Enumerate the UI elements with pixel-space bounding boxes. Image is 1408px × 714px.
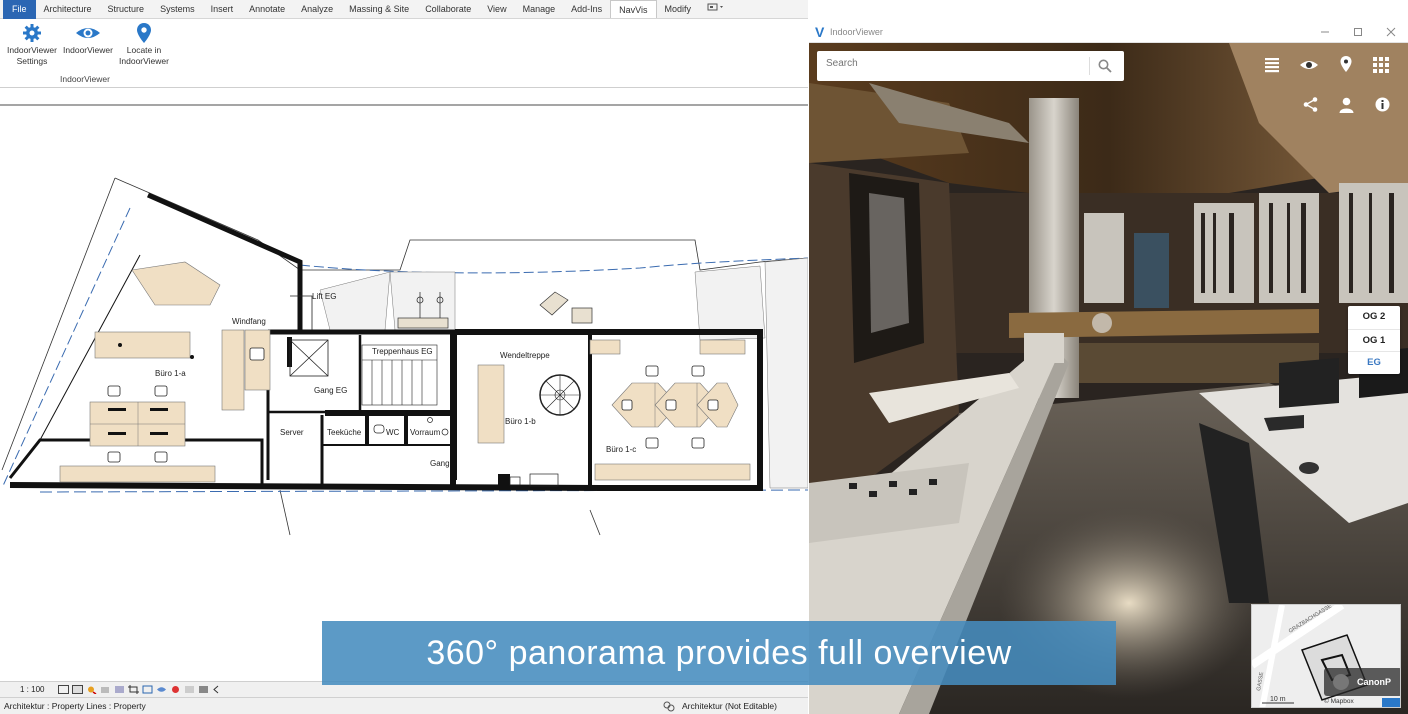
tab-structure[interactable]: Structure [100,0,153,19]
eye-icon [76,28,100,38]
user-icon[interactable] [1339,97,1354,113]
tab-view[interactable]: View [479,0,514,19]
tab-massing-site[interactable]: Massing & Site [341,0,417,19]
room-label-server: Server [280,428,304,437]
chevron-left-icon[interactable] [212,685,220,694]
tab-add-ins[interactable]: Add-Ins [563,0,610,19]
room-label-wc: WC [386,428,400,437]
view-header-strip [0,88,808,106]
tab-architecture[interactable]: Architecture [36,0,100,19]
room-label-gang-eg: Gang EG [314,386,347,395]
minimap-scale: 10 m [1270,696,1286,703]
room-label-buero-1c: Büro 1-c [606,445,636,454]
shadows-icon[interactable] [100,685,111,694]
menu-icon[interactable] [1264,57,1280,73]
viewer-button-label: IndoorViewer [63,45,113,55]
tab-manage[interactable]: Manage [515,0,564,19]
tab-annotate[interactable]: Annotate [241,0,293,19]
room-label-lift: Lift EG [312,292,336,301]
eye-icon[interactable] [1299,58,1319,72]
scale-selector[interactable]: 1 : 100 [20,685,44,694]
worksharing-icon[interactable] [198,685,209,694]
indoorviewer-settings-button[interactable]: IndoorViewer Settings [4,23,60,66]
apps-grid-icon[interactable] [1373,57,1389,73]
search-input[interactable] [826,58,1086,69]
close-icon[interactable] [1386,27,1396,37]
tab-systems[interactable]: Systems [152,0,203,19]
room-label-treppenhaus: Treppenhaus EG [372,347,433,356]
crop-view-icon[interactable] [128,685,140,694]
screen: File Architecture Structure Systems Inse… [0,0,1408,714]
ribbon-options-dropdown[interactable] [699,0,735,19]
tab-modify[interactable]: Modify [657,0,700,19]
panorama-view[interactable]: OG 2 OG 1 EG GRAZBACHGASSE GASSE 10 m © … [809,43,1408,714]
reveal-hidden-icon[interactable] [170,685,181,694]
room-label-gang: Gang [430,459,450,468]
caption-banner: 360° panorama provides full overview [322,621,1116,685]
gear-icon [23,24,41,42]
map-pin-icon [137,23,151,43]
floor-og2[interactable]: OG 2 [1348,306,1400,329]
tab-collaborate[interactable]: Collaborate [417,0,479,19]
status-bar: Architektur : Property Lines : Property … [0,697,808,714]
floor-plan-drawing: Lift EG Windfang Treppenhaus EG Wendeltr… [1,177,809,536]
minimap-camera-label: CanonP [1357,677,1391,687]
tab-insert[interactable]: Insert [203,0,242,19]
ribbon-panel: IndoorViewer Settings IndoorViewer Locat… [0,19,808,88]
tab-analyze[interactable]: Analyze [293,0,341,19]
minimize-icon[interactable] [1320,27,1330,37]
room-label-buero-1b: Büro 1-b [505,417,536,426]
floor-plan-view[interactable]: Lift EG Windfang Treppenhaus EG Wendeltr… [0,108,809,680]
search-divider [1089,57,1090,75]
room-label-buero-1a: Büro 1-a [155,369,186,378]
tab-file[interactable]: File [3,0,36,19]
ribbon-tab-bar: File Architecture Structure Systems Inse… [0,0,808,19]
room-label-vorraum: Vorraum [410,428,441,437]
location-pin-icon[interactable] [1340,56,1352,73]
floor-eg[interactable]: EG [1348,351,1400,374]
temporary-hide-icon[interactable] [156,685,167,694]
navvis-logo: V [815,24,825,40]
locate-button-label: Locate in IndoorViewer [119,45,169,66]
indoorviewer-titlebar: V IndoorViewer [809,21,1408,43]
locate-in-indoorviewer-button[interactable]: Locate in IndoorViewer [116,23,172,66]
render-icon[interactable] [114,685,125,694]
maximize-icon[interactable] [1353,27,1363,37]
detail-level-icon[interactable] [58,685,70,694]
panel-toggle-icon [707,3,724,10]
room-label-windfang: Windfang [232,317,266,326]
ribbon-group-label: IndoorViewer [60,74,110,84]
indoorviewer-button[interactable]: IndoorViewer [60,23,116,56]
status-selection-text: Architektur : Property Lines : Property [4,701,146,711]
room-label-teekueche: Teeküche [327,428,362,437]
crop-region-icon[interactable] [142,685,153,694]
view-control-icons [58,685,220,694]
settings-button-label: IndoorViewer Settings [7,45,57,66]
floor-og1[interactable]: OG 1 [1348,328,1400,352]
share-icon[interactable] [1303,97,1318,112]
minimap-attribution: © Mapbox [1324,697,1354,705]
sun-path-icon[interactable] [86,685,97,694]
active-workset[interactable]: Architektur (Not Editable) [682,701,777,711]
minimap-drawing: GRAZBACHGASSE GASSE 10 m © Mapbox CanonP [1252,605,1400,707]
minimap[interactable]: GRAZBACHGASSE GASSE 10 m © Mapbox CanonP [1251,604,1401,708]
search-box [817,51,1124,81]
temporary-properties-icon[interactable] [184,685,195,694]
info-icon[interactable] [1375,97,1390,112]
window-title: IndoorViewer [830,27,883,37]
tab-navvis[interactable]: NavVis [610,0,657,18]
workset-icon[interactable] [663,701,675,712]
room-label-wendeltreppe: Wendeltreppe [500,351,550,360]
floor-selector: OG 2 OG 1 EG [1348,306,1400,374]
visual-style-icon[interactable] [72,685,84,694]
search-icon[interactable] [1098,59,1112,73]
